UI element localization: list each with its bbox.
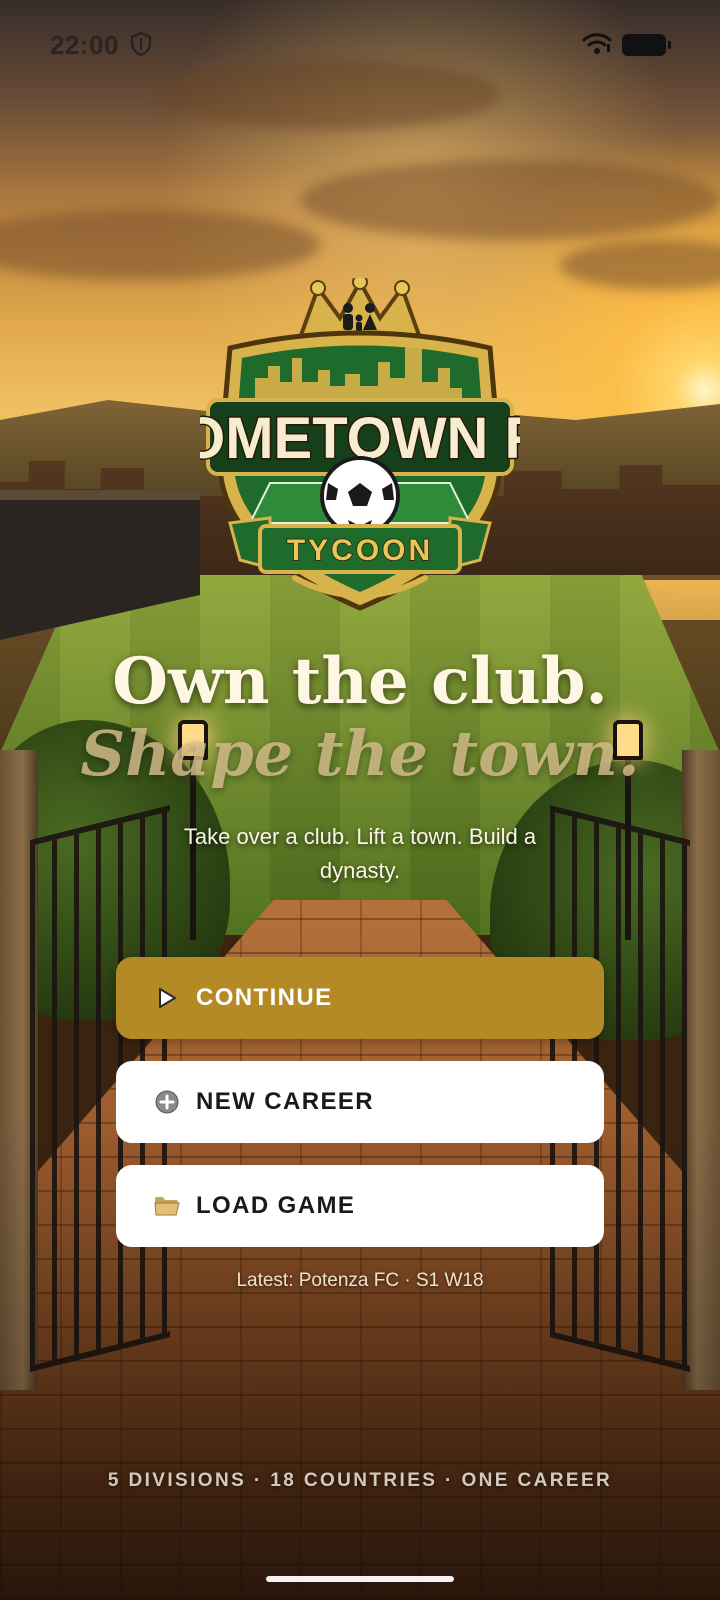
continue-label: CONTINUE [196,984,333,1011]
latest-save-text: Latest: Potenza FC · S1 W18 [236,1270,484,1291]
battery-icon [622,34,671,56]
load-game-label: LOAD GAME [196,1192,356,1219]
continue-button[interactable]: CONTINUE [116,957,604,1039]
subheadline: Shape the town. [80,717,640,790]
load-game-button[interactable]: LOAD GAME [116,1165,604,1247]
status-bar: 22:00 [0,0,720,90]
background-scene [0,0,720,1600]
tagline: Take over a club. Lift a town. Build a d… [183,824,537,883]
new-career-button[interactable]: NEW CAREER [116,1061,604,1143]
home-indicator[interactable] [266,1576,454,1582]
wifi-icon [582,32,612,61]
status-time: 22:00 [50,30,119,60]
play-icon [154,985,180,1011]
headline: Own the club. [112,644,608,719]
plus-circle-icon [154,1089,180,1115]
vignette-overlay [0,0,720,1600]
hometown-fc-tycoon-logo: HOMETOWN FC TYCOON [137,274,583,623]
shield-icon [130,31,152,61]
new-career-label: NEW CAREER [196,1088,375,1115]
footer-tagline: 5 DIVISIONS · 18 COUNTRIES · ONE CAREER [107,1470,613,1491]
folder-icon [154,1193,180,1219]
logo-subtitle: TYCOON [287,534,433,567]
